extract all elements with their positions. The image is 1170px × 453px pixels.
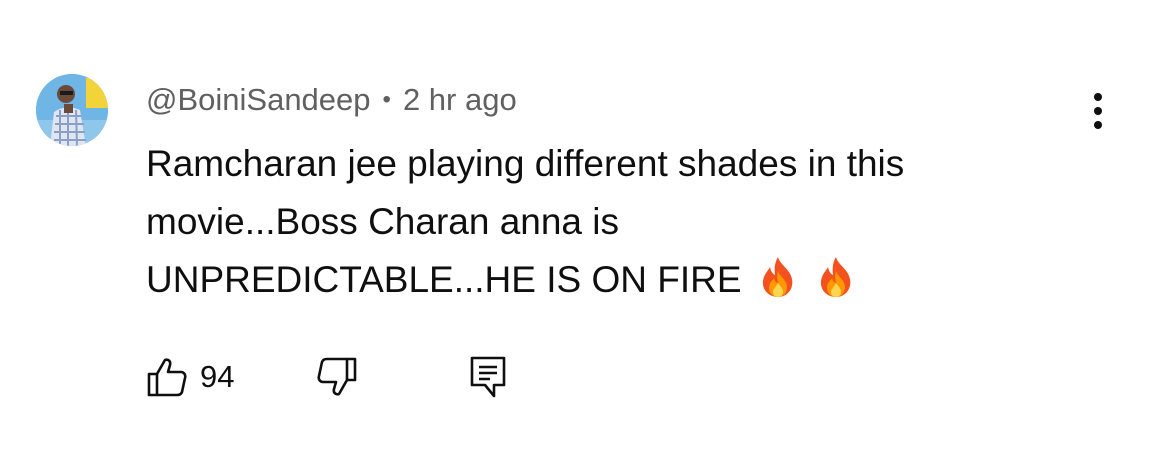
comment-time[interactable]: 2 hr ago	[403, 82, 517, 118]
like-button[interactable]: 94	[146, 355, 234, 399]
comment-meta: @BoiniSandeep • 2 hr ago	[146, 80, 517, 120]
comment-text-line: UNPREDICTABLE...HE IS ON FIRE	[146, 251, 1096, 309]
fire-emoji-icon	[762, 257, 792, 297]
comment-text-line: Ramcharan jee playing different shades i…	[146, 143, 905, 184]
comment: @BoiniSandeep • 2 hr ago Ramcharan jee p…	[0, 0, 1170, 453]
thumbs-up-icon	[147, 358, 187, 397]
reply-button[interactable]	[468, 355, 508, 399]
comment-text-line-content: UNPREDICTABLE...HE IS ON FIRE	[146, 259, 742, 300]
reply-comment-icon	[470, 356, 506, 398]
like-count: 94	[200, 359, 235, 394]
author-handle[interactable]: @BoiniSandeep	[146, 82, 371, 118]
comment-text-line: movie...Boss Charan anna is	[146, 201, 620, 242]
more-vertical-icon[interactable]	[1080, 92, 1116, 132]
fire-emoji-icon	[820, 257, 850, 297]
thumbs-down-icon	[317, 357, 357, 396]
meta-separator: •	[382, 86, 391, 113]
comment-text: Ramcharan jee playing different shades i…	[146, 135, 1096, 309]
dislike-button[interactable]	[316, 355, 358, 399]
avatar[interactable]	[36, 74, 108, 146]
